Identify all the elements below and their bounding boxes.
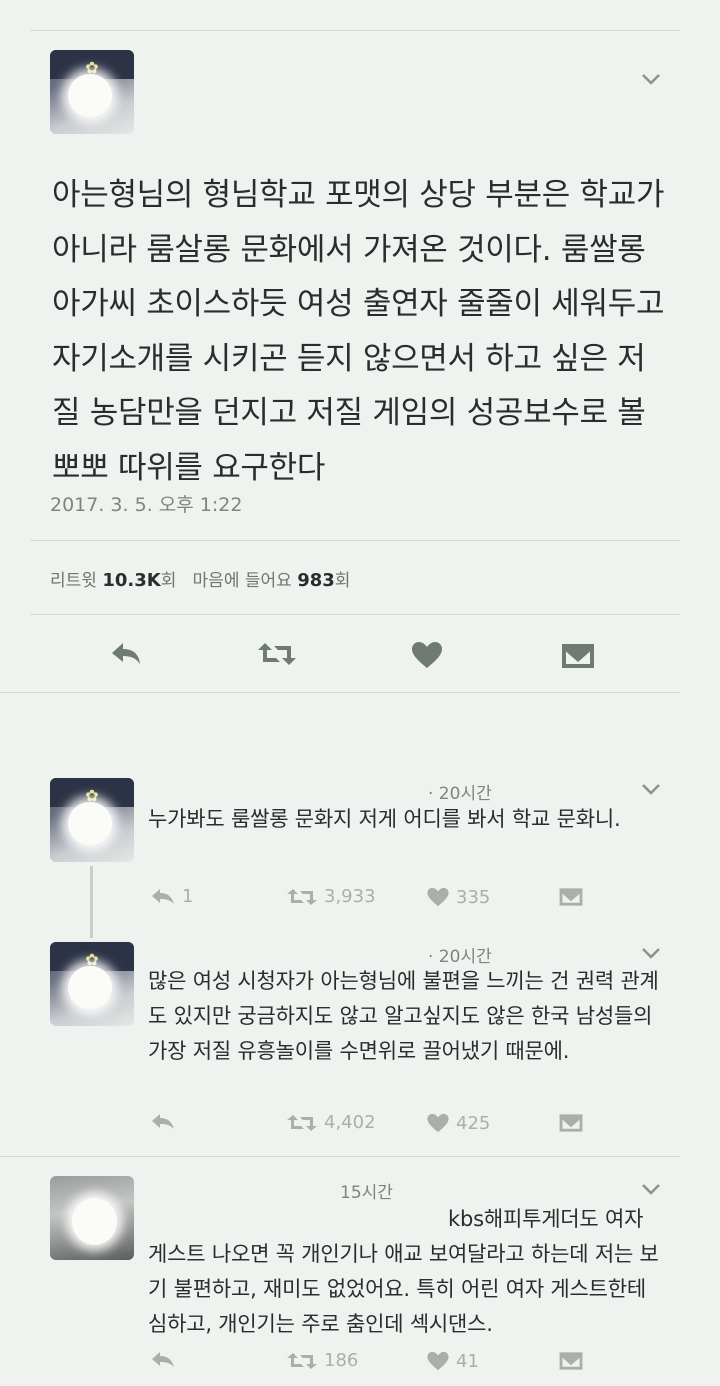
like-button[interactable] <box>410 640 450 674</box>
envelope-icon <box>559 1114 583 1132</box>
avatar-blur <box>71 1197 118 1245</box>
envelope-icon <box>559 1352 583 1370</box>
main-divider <box>0 692 680 693</box>
reply-button[interactable]: 1 <box>150 886 193 907</box>
avatar-sparkle-icon: ✿ <box>85 786 99 806</box>
chevron-down-icon[interactable] <box>640 1182 662 1196</box>
heart-icon <box>427 1351 449 1371</box>
dm-button[interactable] <box>558 887 590 907</box>
thread-connector <box>90 866 93 938</box>
dm-button[interactable] <box>560 642 600 676</box>
reply-time[interactable]: 15시간 <box>340 1178 393 1203</box>
retweet-icon <box>287 1352 317 1369</box>
like-button[interactable]: 425 <box>426 1112 490 1134</box>
reply-avatar[interactable]: ✿ <box>50 942 134 1026</box>
stats-divider-bottom <box>30 614 680 615</box>
chevron-down-icon[interactable] <box>640 946 662 960</box>
avatar-sparkle-icon: ✿ <box>85 58 99 78</box>
reply-text: kbs해피투게더도 여자 게스트 나오면 꼭 개인기나 애교 보여달라고 하는데… <box>148 1207 659 1336</box>
heart-icon <box>412 642 442 668</box>
retweet-icon <box>287 1114 317 1131</box>
stats-divider-top <box>30 540 680 541</box>
heart-icon <box>427 887 449 907</box>
like-count: 335 <box>456 886 491 908</box>
retweet-button[interactable] <box>256 640 296 674</box>
chevron-down-icon[interactable] <box>640 72 662 86</box>
author-avatar[interactable]: ✿ <box>50 50 134 134</box>
like-button[interactable]: 335 <box>426 886 490 908</box>
reply-arrow-icon <box>152 1114 174 1129</box>
reply-avatar[interactable] <box>50 1176 134 1260</box>
retweet-button[interactable]: 4,402 <box>286 1112 376 1133</box>
retweet-icon <box>287 888 317 905</box>
avatar-sparkle-icon: ✿ <box>85 950 99 970</box>
retweet-icon <box>258 643 296 665</box>
like-count[interactable]: 983 <box>297 570 335 591</box>
reply-button[interactable] <box>150 1350 182 1370</box>
dm-button[interactable] <box>558 1113 590 1133</box>
retweet-label: 리트윗 <box>50 571 97 591</box>
reply-arrow-icon <box>152 888 174 904</box>
avatar-blur <box>68 801 113 846</box>
retweet-suffix: 회 <box>160 571 177 591</box>
reply-divider <box>0 1156 680 1157</box>
retweet-count: 4,402 <box>324 1112 376 1133</box>
like-suffix: 회 <box>334 571 351 591</box>
avatar-blur <box>68 73 113 118</box>
tweet-timestamp[interactable]: 2017. 3. 5. 오후 1:22 <box>50 490 242 517</box>
tweet-text: 아는형님의 형님학교 포맷의 상당 부분은 학교가 아니라 룸살롱 문화에서 가… <box>52 177 665 486</box>
like-button[interactable]: 41 <box>426 1350 479 1372</box>
retweet-count: 3,933 <box>324 886 376 907</box>
envelope-icon <box>562 644 594 668</box>
tweet-stats: 리트윗 10.3K회 마음에 들어요 983회 <box>50 566 350 591</box>
reply-arrow-icon <box>112 643 140 664</box>
heart-icon <box>427 1113 449 1133</box>
reply-button[interactable] <box>108 640 148 674</box>
reply-avatar[interactable]: ✿ <box>50 778 134 862</box>
reply-count: 1 <box>182 886 194 907</box>
dm-button[interactable] <box>558 1351 590 1371</box>
reply-button[interactable] <box>150 1112 182 1132</box>
like-count: 41 <box>456 1350 479 1372</box>
top-divider <box>30 30 680 31</box>
like-label: 마음에 들어요 <box>192 571 292 591</box>
like-count: 425 <box>456 1112 491 1134</box>
reply-text: 누가봐도 룸쌀롱 문화지 저게 어디를 봐서 학교 문화니. <box>148 807 621 831</box>
reply-text: 많은 여성 시청자가 아는형님에 불편을 느끼는 건 권력 관계도 있지만 궁금… <box>148 969 659 1063</box>
retweet-count[interactable]: 10.3K <box>102 570 160 591</box>
retweet-count: 186 <box>324 1350 359 1371</box>
avatar-blur <box>68 965 113 1010</box>
reply-arrow-icon <box>152 1352 174 1367</box>
reply-time[interactable]: · 20시간 <box>428 779 492 804</box>
envelope-icon <box>559 888 583 906</box>
chevron-down-icon[interactable] <box>640 782 662 796</box>
retweet-button[interactable]: 186 <box>286 1350 358 1371</box>
retweet-button[interactable]: 3,933 <box>286 886 376 907</box>
